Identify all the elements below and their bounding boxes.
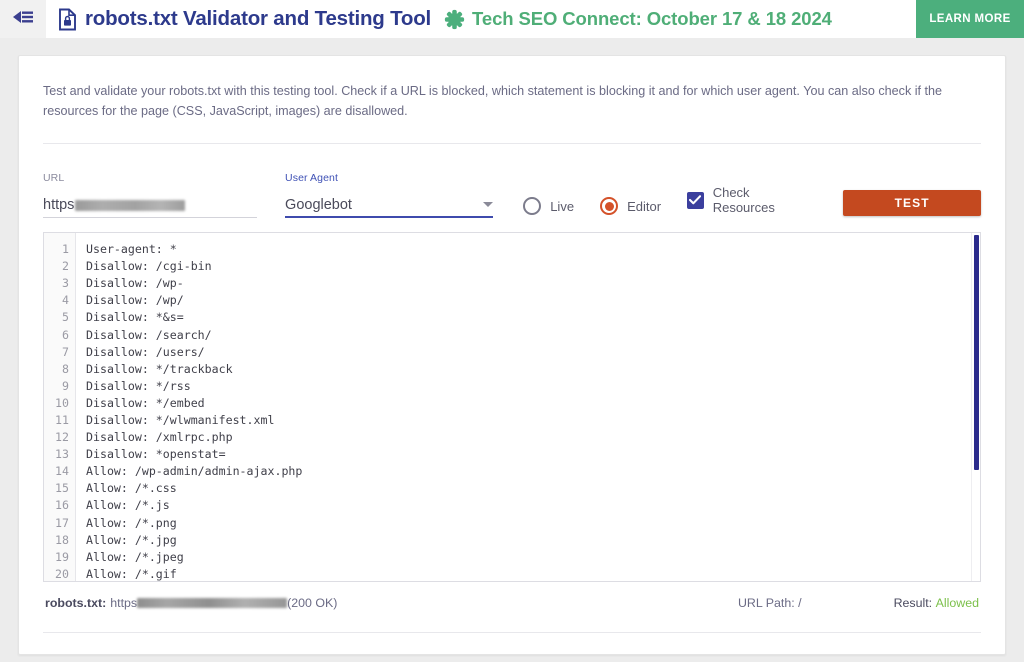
editor-line-number: 9 bbox=[62, 378, 69, 393]
collapse-menu-icon bbox=[12, 9, 34, 30]
result-status: Result: Allowed bbox=[894, 596, 979, 610]
radio-live-label: Live bbox=[550, 198, 575, 214]
url-input-value: https bbox=[43, 197, 75, 214]
editor-line-numbers: 1 2 3 4 5 6 7 8 9 10 11 12 13 14 15 16 17 18 19 20 bbox=[44, 233, 76, 582]
editor-line-number: 19 bbox=[55, 549, 69, 564]
test-button[interactable]: TEST bbox=[843, 190, 981, 217]
editor-line-number: 8 bbox=[62, 361, 69, 376]
url-field-group: URL https bbox=[43, 172, 258, 219]
editor-line-number: 5 bbox=[62, 310, 69, 325]
editor-code-line[interactable]: Disallow: /search/ bbox=[86, 327, 980, 344]
editor-code-line[interactable]: Disallow: /users/ bbox=[86, 344, 980, 361]
bottom-divider bbox=[43, 632, 981, 634]
url-redaction-blur bbox=[75, 199, 186, 211]
editor-line-number: 16 bbox=[55, 498, 69, 513]
check-resources-label: Check Resources bbox=[712, 185, 775, 216]
editor-line-number: 15 bbox=[55, 481, 69, 496]
http-status-code: (200 OK) bbox=[287, 596, 338, 611]
robots-txt-url: https bbox=[110, 596, 138, 611]
editor-code-line[interactable]: Disallow: /wp- bbox=[86, 275, 980, 292]
top-bar: robots.txt Validator and Testing Tool Te… bbox=[0, 0, 1024, 38]
editor-code-content[interactable]: User-agent: * Disallow: /cgi-bin Disallow:… bbox=[76, 233, 980, 581]
page-title: robots.txt Validator and Testing Tool bbox=[85, 7, 432, 30]
intro-description: Test and validate your robots.txt with t… bbox=[43, 84, 943, 118]
title-area: robots.txt Validator and Testing Tool Te… bbox=[46, 0, 916, 38]
radio-editor[interactable]: Editor bbox=[600, 197, 661, 218]
radio-live-circle-icon bbox=[523, 197, 542, 216]
url-input[interactable]: https bbox=[43, 193, 258, 219]
result-label: Result: bbox=[893, 596, 933, 611]
editor-code-line[interactable]: Disallow: /cgi-bin bbox=[86, 258, 980, 275]
editor-code-line[interactable]: Disallow: *openstat= bbox=[86, 446, 980, 463]
editor-line-number: 7 bbox=[62, 344, 69, 359]
chevron-down-icon bbox=[483, 201, 494, 207]
asterisk-flower-icon bbox=[444, 9, 465, 30]
editor-code-line[interactable]: Allow: /*.css bbox=[86, 480, 980, 497]
editor-line-number: 4 bbox=[62, 293, 69, 308]
editor-code-line[interactable]: Disallow: */trackback bbox=[86, 361, 980, 378]
editor-line-number: 18 bbox=[55, 532, 69, 547]
editor-code-line[interactable]: Allow: /*.jpeg bbox=[86, 549, 980, 566]
editor-code-line[interactable]: Disallow: /xmlrpc.php bbox=[86, 429, 980, 446]
robots-txt-url-redaction-blur bbox=[137, 598, 288, 609]
editor-code-line[interactable]: Disallow: *&s= bbox=[86, 309, 980, 326]
editor-line-number: 3 bbox=[62, 276, 69, 291]
editor-line-number: 12 bbox=[55, 430, 69, 445]
editor-code-line[interactable]: Allow: /*.jpg bbox=[86, 532, 980, 549]
document-lock-icon bbox=[58, 8, 77, 31]
editor-scrollbar-track[interactable] bbox=[971, 233, 980, 582]
editor-line-number: 10 bbox=[55, 395, 69, 410]
collapse-menu-button[interactable] bbox=[0, 0, 46, 38]
editor-line-number: 17 bbox=[55, 515, 69, 530]
radio-live[interactable]: Live bbox=[523, 197, 574, 218]
url-path-label: URL Path: bbox=[737, 596, 795, 611]
editor-line-number: 14 bbox=[55, 464, 69, 479]
result-value: Allowed bbox=[935, 596, 979, 611]
robots-txt-status: robots.txt: https (200 OK) bbox=[45, 596, 337, 610]
editor-code-line[interactable]: User-agent: * bbox=[86, 241, 980, 258]
editor-line-number: 20 bbox=[55, 566, 69, 581]
learn-more-button[interactable]: LEARN MORE bbox=[916, 0, 1024, 38]
radio-editor-circle-icon bbox=[600, 197, 619, 216]
editor-scrollbar-thumb[interactable] bbox=[974, 235, 979, 471]
editor-code-line[interactable]: Allow: /*.js bbox=[86, 497, 980, 514]
editor-line-number: 13 bbox=[55, 447, 69, 462]
main-card: Test and validate your robots.txt with t… bbox=[18, 55, 1006, 655]
editor-code-line[interactable]: Allow: /wp-admin/admin-ajax.php bbox=[86, 463, 980, 480]
user-agent-label: User Agent bbox=[285, 172, 338, 185]
url-path-value: / bbox=[798, 596, 802, 611]
controls-row: URL https User Agent Googlebot Live Edit… bbox=[43, 144, 981, 220]
promo-banner-text: Tech SEO Connect: October 17 & 18 2024 bbox=[472, 8, 832, 29]
url-label: URL bbox=[43, 172, 65, 185]
radio-editor-label: Editor bbox=[627, 198, 662, 214]
editor-code-line[interactable]: Disallow: */rss bbox=[86, 378, 980, 395]
url-path-status: URL Path: / bbox=[738, 596, 802, 610]
editor-line-number: 1 bbox=[62, 242, 69, 257]
user-agent-field-group: User Agent Googlebot bbox=[285, 172, 494, 219]
editor-line-number: 11 bbox=[55, 412, 69, 427]
editor-line-number: 6 bbox=[62, 327, 69, 342]
editor-code-line[interactable]: Disallow: */wlwmanifest.xml bbox=[86, 412, 980, 429]
user-agent-select[interactable]: Googlebot bbox=[285, 193, 494, 219]
editor-code-line[interactable]: Allow: /*.png bbox=[86, 515, 980, 532]
status-bar: robots.txt: https (200 OK) URL Path: / Res… bbox=[43, 582, 981, 610]
robots-txt-label: robots.txt: bbox=[45, 596, 107, 611]
editor-line-number: 2 bbox=[62, 259, 69, 274]
robots-txt-editor[interactable]: 1 2 3 4 5 6 7 8 9 10 11 12 13 14 15 16 17 18 19 20 User-age… bbox=[43, 232, 981, 583]
user-agent-selected-value: Googlebot bbox=[285, 196, 352, 213]
editor-code-line[interactable]: Disallow: /wp/ bbox=[86, 292, 980, 309]
editor-code-line[interactable]: Disallow: */embed bbox=[86, 395, 980, 412]
check-resources-toggle[interactable]: Check Resources bbox=[687, 185, 813, 218]
checkmark-icon bbox=[687, 191, 704, 209]
editor-code-line[interactable]: Allow: /*.gif bbox=[86, 566, 980, 581]
